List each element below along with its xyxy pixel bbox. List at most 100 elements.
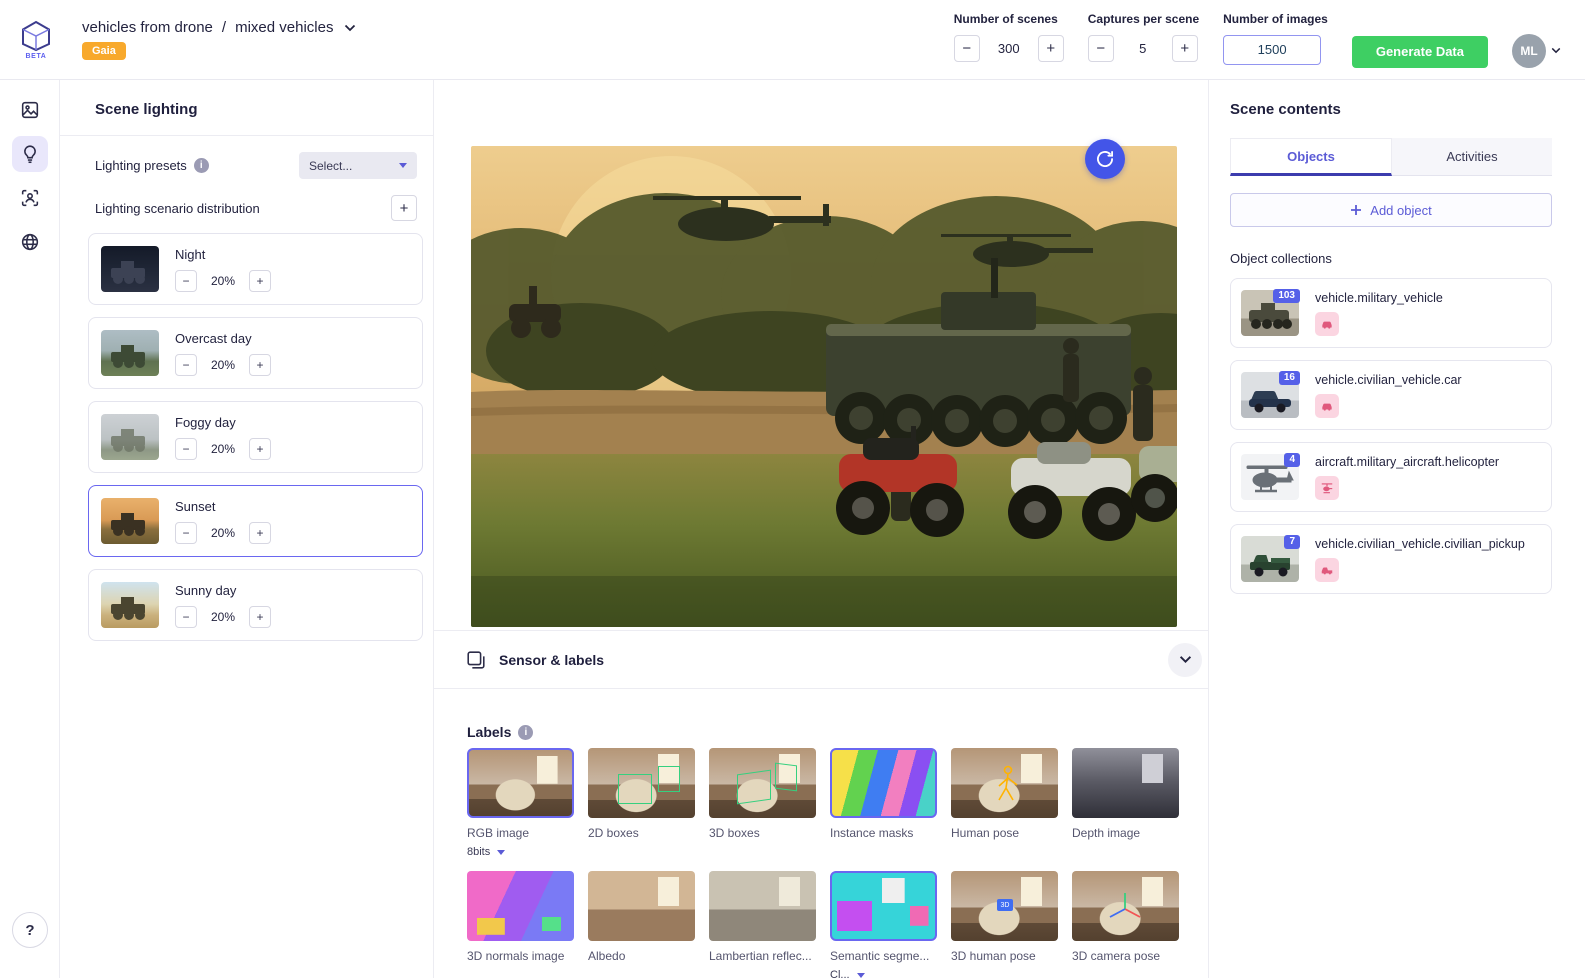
main-area: Sensor & labels Labels RGB image 8bits 2…	[434, 80, 1228, 978]
scenes-group: Number of scenes − 300 +	[953, 12, 1064, 62]
breadcrumb[interactable]: vehicles from drone / mixed vehicles	[82, 19, 356, 36]
add-scenario-button[interactable]: +	[391, 195, 417, 221]
scenario-card-sunny[interactable]: Sunny day − 20% +	[88, 569, 423, 641]
label-caption: Depth image	[1072, 826, 1141, 840]
labels-row-1: RGB image 8bits 2D boxes 3D boxes Instan…	[467, 748, 1179, 858]
car-icon	[1315, 393, 1339, 418]
scenes-increment-button[interactable]: +	[1037, 34, 1064, 62]
add-object-button[interactable]: Add object	[1230, 193, 1552, 227]
plus-icon	[1351, 205, 1362, 215]
help-button[interactable]	[12, 912, 48, 948]
decrease-percent-button[interactable]: −	[175, 437, 197, 460]
generate-data-button[interactable]: Generate Data	[1351, 35, 1488, 68]
sidebar-item-materials[interactable]	[12, 224, 48, 260]
scenario-thumbnail	[101, 498, 159, 544]
label-thumbnail-lambertian[interactable]	[709, 871, 816, 941]
scenario-name: Foggy day	[175, 414, 236, 430]
decrease-percent-button[interactable]: −	[175, 269, 197, 292]
label-thumbnail-3d-normals[interactable]	[467, 871, 574, 941]
increase-percent-button[interactable]: +	[249, 605, 271, 628]
gallery-icon	[21, 101, 38, 119]
skeleton-overlay	[998, 765, 1018, 801]
label-thumbnail-semantic-seg[interactable]	[830, 871, 937, 941]
sensor-layers-icon	[467, 650, 485, 669]
vehicle-silhouette	[111, 429, 145, 452]
scenario-card-night[interactable]: Night − 20% +	[88, 233, 423, 305]
avatar[interactable]: ML	[1512, 33, 1546, 68]
tab-objects[interactable]: Objects	[1230, 138, 1392, 176]
app-logo[interactable]: BETA	[14, 20, 58, 60]
collection-card-civilian-car[interactable]: 16 vehicle.civilian_vehicle.car	[1230, 360, 1552, 430]
collection-name: aircraft.military_aircraft.helicopter	[1315, 454, 1500, 469]
scenario-percent: 20%	[210, 273, 236, 288]
info-icon[interactable]	[193, 158, 209, 173]
breadcrumb-project: vehicles from drone	[82, 19, 213, 36]
refresh-preview-button[interactable]	[1085, 139, 1125, 179]
collapse-section-button[interactable]	[1168, 642, 1202, 677]
info-icon[interactable]	[518, 724, 534, 740]
scenario-card-sunset[interactable]: Sunset − 20% +	[88, 485, 423, 557]
scenes-decrement-button[interactable]: −	[953, 34, 980, 62]
label-card-3d-camera-pose: 3D camera pose	[1072, 871, 1179, 978]
sensor-labels-title: Sensor & labels	[499, 651, 605, 668]
collection-card-helicopter[interactable]: 4 aircraft.military_aircraft.helicopter	[1230, 442, 1552, 512]
increase-percent-button[interactable]: +	[249, 521, 271, 544]
label-card-3d-normals: 3D normals image	[467, 871, 574, 978]
label-thumbnail-rgb[interactable]	[467, 748, 574, 818]
sensor-labels-bar[interactable]: Sensor & labels	[434, 630, 1228, 689]
sidebar-item-lighting[interactable]	[11, 136, 48, 172]
label-card-instance-masks: Instance masks	[830, 748, 937, 858]
car-icon	[1315, 311, 1339, 336]
decrease-percent-button[interactable]: −	[175, 353, 197, 376]
panel-title: Scene contents	[1230, 101, 1341, 118]
camera-axes-overlay	[1109, 893, 1141, 918]
bit-depth-select[interactable]: 8bits	[467, 846, 574, 858]
label-card-3d-boxes: 3D boxes	[709, 748, 816, 858]
label-thumbnail-3d-camera-pose[interactable]	[1072, 871, 1179, 941]
tab-activities[interactable]: Activities	[1392, 138, 1552, 176]
sidebar-item-dataset[interactable]	[12, 92, 48, 128]
label-thumbnail-depth[interactable]	[1072, 748, 1179, 818]
label-thumbnail-3d-boxes[interactable]	[709, 748, 816, 818]
captures-group: Captures per scene − 5 +	[1087, 12, 1199, 62]
chevron-down-icon	[399, 163, 407, 168]
person-scan-icon	[21, 189, 38, 207]
label-thumbnail-albedo[interactable]	[588, 871, 695, 941]
decrease-percent-button[interactable]: −	[175, 605, 197, 628]
labels-row-2: 3D normals image Albedo Lambertian refle…	[467, 871, 1179, 978]
images-count-field[interactable]: 1500	[1223, 34, 1322, 65]
captures-increment-button[interactable]: +	[1171, 34, 1198, 62]
chevron-down-icon	[497, 849, 506, 855]
account-menu[interactable]: ML	[1512, 33, 1561, 68]
increase-percent-button[interactable]: +	[249, 269, 271, 292]
decrease-percent-button[interactable]: −	[175, 521, 197, 544]
collection-name: vehicle.civilian_vehicle.civilian_pickup	[1315, 536, 1525, 551]
scenario-thumbnail	[101, 414, 159, 460]
sidebar-item-camera[interactable]	[12, 180, 48, 216]
breadcrumb-scenario: mixed vehicles	[235, 19, 334, 36]
collection-card-military-vehicle[interactable]: 103 vehicle.military_vehicle	[1230, 278, 1552, 348]
label-thumbnail-2d-boxes[interactable]	[588, 748, 695, 818]
label-thumbnail-human-pose[interactable]	[951, 748, 1058, 818]
scenario-card-foggy[interactable]: Foggy day − 20% +	[88, 401, 423, 473]
label-caption: Lambertian reflec...	[709, 949, 812, 963]
captures-stepper: − 5 +	[1087, 34, 1199, 62]
label-card-rgb: RGB image 8bits	[467, 748, 574, 858]
left-icon-rail	[0, 80, 60, 978]
chevron-down-icon	[856, 972, 865, 978]
captures-decrement-button[interactable]: −	[1087, 34, 1114, 62]
increase-percent-button[interactable]: +	[249, 437, 271, 460]
scenario-percent: 20%	[210, 609, 236, 624]
scene-contents-panel: Scene contents Objects Activities Add ob…	[1208, 80, 1585, 978]
label-card-albedo: Albedo	[588, 871, 695, 978]
label-thumbnail-3d-human-pose[interactable]: 3D	[951, 871, 1058, 941]
scenes-value: 300	[997, 40, 1020, 56]
lighting-presets-select[interactable]: Select...	[299, 152, 417, 179]
top-bar: BETA vehicles from drone / mixed vehicle…	[0, 0, 1585, 80]
scenario-card-overcast[interactable]: Overcast day − 20% +	[88, 317, 423, 389]
classes-select[interactable]: Cl...	[830, 969, 937, 978]
label-thumbnail-instance-masks[interactable]	[830, 748, 937, 818]
count-badge: 103	[1273, 289, 1300, 303]
collection-card-civilian-pickup[interactable]: 7 vehicle.civilian_vehicle.civilian_pick…	[1230, 524, 1552, 594]
increase-percent-button[interactable]: +	[249, 353, 271, 376]
